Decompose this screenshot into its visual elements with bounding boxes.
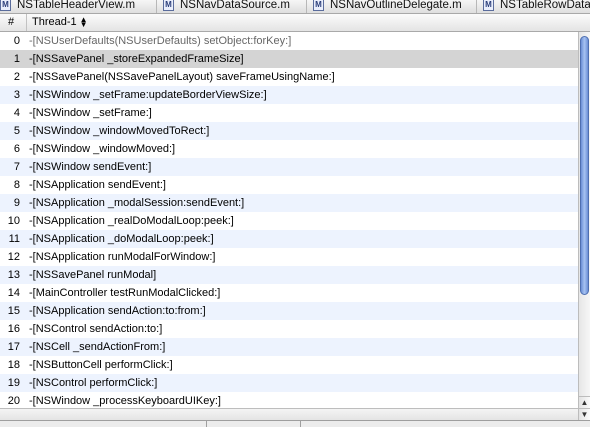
frame-symbol: -[MainController testRunModalClicked:]	[29, 287, 221, 299]
stack-frame-row[interactable]: 1 -[NSSavePanel _storeExpandedFrameSize]	[0, 50, 578, 68]
frame-number: 3	[13, 89, 20, 101]
file-tab-label: NSNavOutlineDelegate.m	[330, 0, 462, 11]
file-tab-nstableheaderview[interactable]: M NSTableHeaderView.m	[0, 0, 135, 13]
frame-number: 7	[13, 161, 20, 173]
m-file-icon: M	[163, 0, 174, 11]
file-tab-label: NSTableHeaderView.m	[17, 0, 136, 11]
stack-frame-row[interactable]: 19 -[NSControl performClick:]	[0, 374, 578, 392]
stack-frame-row[interactable]: 11 -[NSApplication _doModalLoop:peek:]	[0, 230, 578, 248]
thread-header-label: Thread-1	[32, 16, 77, 28]
frame-symbol: -[NSApplication _doModalLoop:peek:]	[29, 233, 214, 245]
frame-number: 17	[7, 341, 20, 353]
frame-symbol: -[NSWindow sendEvent:]	[29, 161, 152, 173]
tab-divider	[306, 0, 307, 13]
stack-frame-row[interactable]: 15 -[NSApplication sendAction:to:from:]	[0, 302, 578, 320]
stack-frame-row[interactable]: 3 -[NSWindow _setFrame:updateBorderViewSi…	[0, 86, 578, 104]
stack-frame-row[interactable]: 14 -[MainController testRunModalClicked:]	[0, 284, 578, 302]
stack-frame-row[interactable]: 12 -[NSApplication runModalForWindow:]	[0, 248, 578, 266]
stack-frame-row[interactable]: 5 -[NSWindow _windowMovedToRect:]	[0, 122, 578, 140]
frame-number: 19	[7, 377, 20, 389]
stack-frame-row[interactable]: 8 -[NSApplication sendEvent:]	[0, 176, 578, 194]
column-divider[interactable]	[26, 14, 27, 31]
vertical-scrollbar[interactable]: ▲ ▼	[578, 32, 590, 421]
stack-frame-table: 0 -[NSUserDefaults(NSUserDefaults) setObj…	[0, 32, 578, 408]
frame-symbol: -[NSCell _sendActionFrom:]	[29, 341, 166, 353]
frame-number: 9	[13, 197, 20, 209]
frame-symbol: -[NSControl performClick:]	[29, 377, 158, 389]
frame-number: 16	[7, 323, 20, 335]
frame-symbol: -[NSSavePanel runModal]	[29, 269, 157, 281]
stack-frame-row[interactable]: 20 -[NSWindow _processKeyboardUIKey:]	[0, 392, 578, 408]
frame-symbol: -[NSUserDefaults(NSUserDefaults) setObje…	[29, 35, 292, 47]
frame-symbol: -[NSWindow _processKeyboardUIKey:]	[29, 395, 221, 407]
frame-number: 11	[8, 233, 20, 245]
frame-symbol: -[NSButtonCell performClick:]	[29, 359, 173, 371]
frame-number: 5	[13, 125, 20, 137]
frame-number: 8	[13, 179, 20, 191]
file-tab-bar: M NSTableHeaderView.m M NSNavDataSource.…	[0, 0, 590, 14]
column-header-number[interactable]: #	[8, 16, 14, 28]
m-file-icon: M	[0, 0, 11, 11]
tab-divider	[156, 0, 157, 13]
frame-number: 6	[13, 143, 20, 155]
stack-frame-row[interactable]: 17 -[NSCell _sendActionFrom:]	[0, 338, 578, 356]
frame-number: 15	[7, 305, 20, 317]
frame-symbol: -[NSWindow _windowMoved:]	[29, 143, 176, 155]
file-tab-nsnavdatasource[interactable]: M NSNavDataSource.m	[163, 0, 290, 13]
stack-frame-row[interactable]: 0 -[NSUserDefaults(NSUserDefaults) setObj…	[0, 32, 578, 50]
column-divider	[206, 421, 207, 427]
file-tab-label: NSTableRowData	[500, 0, 590, 11]
frame-number: 18	[7, 359, 20, 371]
frame-number: 1	[13, 53, 20, 65]
stack-frame-row[interactable]: 18 -[NSButtonCell performClick:]	[0, 356, 578, 374]
frame-number: 10	[7, 215, 20, 227]
frame-symbol: -[NSApplication _modalSession:sendEvent:…	[29, 197, 245, 209]
column-header-thread[interactable]: Thread-1 ▲ ▼	[32, 16, 88, 29]
file-tab-nstablerowdata[interactable]: M NSTableRowData	[483, 0, 590, 13]
file-tab-nsnavoutlinedelegate[interactable]: M NSNavOutlineDelegate.m	[313, 0, 462, 13]
file-tab-label: NSNavDataSource.m	[180, 0, 290, 11]
stack-table-header: # Thread-1 ▲ ▼	[0, 14, 590, 32]
frame-number: 14	[7, 287, 20, 299]
m-file-icon: M	[313, 0, 324, 11]
stack-frame-row[interactable]: 13 -[NSSavePanel runModal]	[0, 266, 578, 284]
frame-number: 4	[13, 107, 20, 119]
stack-frame-row[interactable]: 2 -[NSSavePanel(NSSavePanelLayout) saveFr…	[0, 68, 578, 86]
frame-symbol: -[NSWindow _setFrame:]	[29, 107, 152, 119]
frame-number: 20	[7, 395, 20, 407]
m-file-icon: M	[483, 0, 494, 11]
stack-frame-row[interactable]: 7 -[NSWindow sendEvent:]	[0, 158, 578, 176]
sort-updown-icon[interactable]: ▲ ▼	[80, 16, 88, 29]
frame-symbol: -[NSSavePanel(NSSavePanelLayout) saveFra…	[29, 71, 335, 83]
tab-divider	[476, 0, 477, 13]
stack-frame-row[interactable]: 4 -[NSWindow _setFrame:]	[0, 104, 578, 122]
stack-frame-row[interactable]: 9 -[NSApplication _modalSession:sendEvent…	[0, 194, 578, 212]
stack-frame-row[interactable]: 10 -[NSApplication _realDoModalLoop:peek:…	[0, 212, 578, 230]
frame-number: 12	[7, 251, 20, 263]
frame-number: 0	[13, 35, 20, 47]
frame-symbol: -[NSApplication sendEvent:]	[29, 179, 166, 191]
column-divider	[300, 421, 301, 427]
frame-symbol: -[NSSavePanel _storeExpandedFrameSize]	[29, 53, 244, 65]
scroll-thumb[interactable]	[580, 36, 589, 295]
stack-frame-row[interactable]: 16 -[NSControl sendAction:to:]	[0, 320, 578, 338]
frame-symbol: -[NSWindow _setFrame:updateBorderViewSiz…	[29, 89, 267, 101]
frame-symbol: -[NSApplication _realDoModalLoop:peek:]	[29, 215, 234, 227]
frame-symbol: -[NSControl sendAction:to:]	[29, 323, 163, 335]
frame-symbol: -[NSWindow _windowMovedToRect:]	[29, 125, 210, 137]
frame-symbol: -[NSApplication runModalForWindow:]	[29, 251, 216, 263]
frame-symbol: -[NSApplication sendAction:to:from:]	[29, 305, 206, 317]
stack-frame-row[interactable]: 6 -[NSWindow _windowMoved:]	[0, 140, 578, 158]
frame-number: 2	[13, 71, 20, 83]
frame-number: 13	[7, 269, 20, 281]
